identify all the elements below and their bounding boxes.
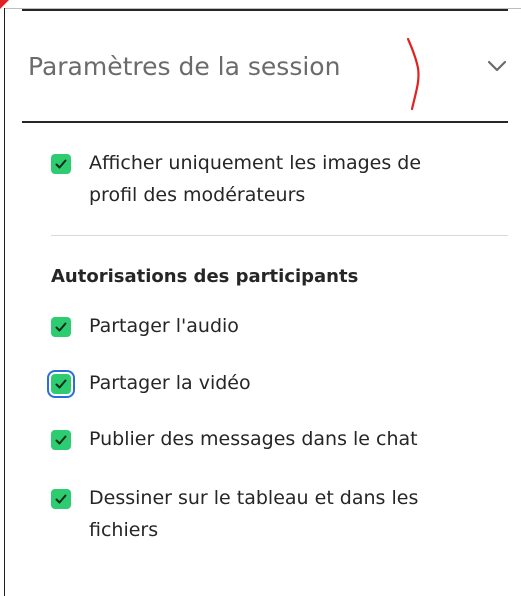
option-label-line: profil des modérateurs <box>89 184 306 206</box>
option-post-chat-messages[interactable]: Publier des messages dans le chat <box>51 426 418 455</box>
option-label: Afficher uniquement les images de profil… <box>89 147 421 211</box>
checkbox-share-audio[interactable] <box>51 317 71 337</box>
option-moderator-profile-images[interactable]: Afficher uniquement les images de profil… <box>51 150 421 211</box>
checkmark-icon <box>55 379 67 389</box>
checkmark-icon <box>55 322 67 332</box>
checkmark-icon <box>55 494 67 504</box>
screenshot-frame: Paramètres de la session Afficher unique… <box>0 0 521 596</box>
option-label: Partager l'audio <box>89 310 239 342</box>
option-share-video[interactable]: Partager la vidéo <box>47 367 251 399</box>
option-label-line: Partager la vidéo <box>89 372 251 394</box>
checkmark-icon <box>55 435 67 445</box>
option-draw-whiteboard-files[interactable]: Dessiner sur le tableau et dans les fich… <box>51 485 418 546</box>
option-label-line: Dessiner sur le tableau et dans les <box>89 487 419 509</box>
option-share-audio[interactable]: Partager l'audio <box>51 313 239 342</box>
participant-permissions-title: Autorisations des participants <box>51 266 359 287</box>
chevron-down-icon[interactable] <box>486 55 508 77</box>
option-label: Publier des messages dans le chat <box>89 423 418 455</box>
option-label-line: Partager l'audio <box>89 315 239 337</box>
header-bottom-rule <box>22 121 508 123</box>
option-label: Dessiner sur le tableau et dans les fich… <box>89 482 418 546</box>
checkbox-draw-whiteboard-files[interactable] <box>51 489 71 509</box>
red-scribble-annotation <box>406 37 420 111</box>
option-label-line: fichiers <box>89 519 159 541</box>
session-settings-header[interactable]: Paramètres de la session <box>22 11 508 121</box>
session-settings-title: Paramètres de la session <box>28 51 341 81</box>
checkbox-share-video[interactable] <box>47 370 75 398</box>
option-label-line: Afficher uniquement les images de <box>89 152 422 174</box>
checkmark-icon <box>55 159 67 169</box>
checkbox-moderator-profile-images[interactable] <box>51 154 71 174</box>
option-label-line: Publier des messages dans le chat <box>89 428 418 450</box>
checkbox-post-chat-messages[interactable] <box>51 430 71 450</box>
option-label: Partager la vidéo <box>89 367 251 399</box>
section-divider <box>51 235 508 236</box>
